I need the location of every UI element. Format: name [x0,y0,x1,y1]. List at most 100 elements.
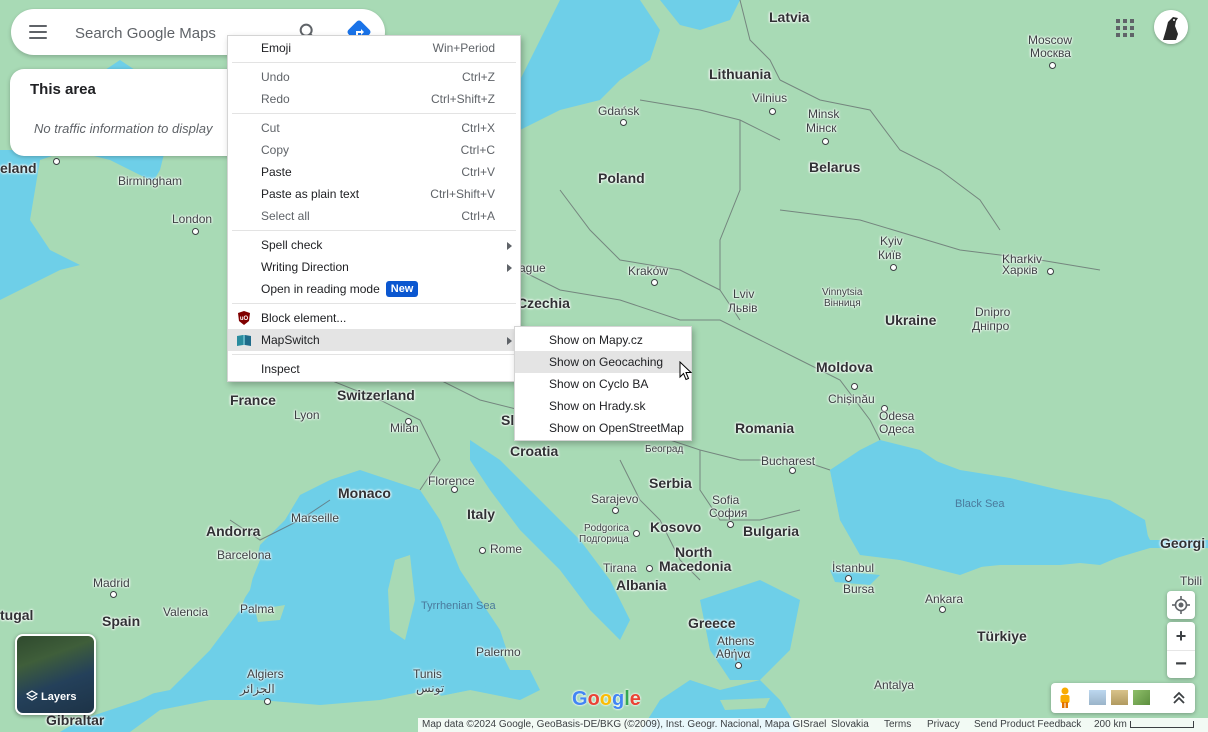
menu-separator [232,303,516,304]
attribution-text: Map data ©2024 Google, GeoBasis-DE/BKG (… [422,719,827,730]
menu-item-paste-plain[interactable]: Paste as plain text Ctrl+Shift+V [228,183,520,205]
menu-item-writing-direction[interactable]: Writing Direction [228,256,520,278]
menu-separator [232,354,516,355]
map-label-city: Bucharest [761,454,816,468]
crow-icon [1154,10,1188,44]
layers-button[interactable]: Layers [15,634,96,715]
city-marker [845,575,852,582]
map-label-city: London [172,212,213,226]
menu-item-reading-mode[interactable]: Open in reading mode New [228,278,520,300]
google-apps-icon[interactable] [1116,19,1134,37]
layers-icon [26,690,38,701]
city-marker [789,467,796,474]
map-label-country: France [230,392,276,408]
map-label-country: Andorra [206,523,261,539]
city-marker [53,158,60,165]
menu-item-paste[interactable]: Paste Ctrl+V [228,161,520,183]
map-label-city: Sarajevo [591,492,639,506]
map-label-country: Serbia [649,475,692,491]
map-label-country: Georgi [1160,535,1206,551]
map-label-city: Lviv [733,287,755,301]
menu-item-select-all[interactable]: Select all Ctrl+A [228,205,520,227]
map-label-city: Подгорица [579,534,629,545]
imagery-thumbnail-icon[interactable] [1089,690,1106,705]
menu-item-block-element[interactable]: uO Block element... [228,307,520,329]
map-label-city: Харків [1002,263,1038,277]
feedback-link[interactable]: Send Product Feedback [974,718,1081,732]
submenu-item-hrady[interactable]: Show on Hrady.sk [515,395,691,417]
account-avatar[interactable] [1154,10,1188,44]
map-label-city: Valencia [163,605,209,619]
menu-item-undo[interactable]: Undo Ctrl+Z [228,66,520,88]
mouse-cursor-icon [679,361,693,381]
map-label-country: Latvia [769,9,810,25]
context-menu: Emoji Win+Period Undo Ctrl+Z Redo Ctrl+Shif… [227,35,521,382]
pegman-icon[interactable] [1057,687,1073,709]
map-label-city: Gdańsk [598,104,640,118]
menu-item-cut[interactable]: Cut Ctrl+X [228,117,520,139]
submenu-item-mapy[interactable]: Show on Mapy.cz [515,329,691,351]
menu-item-redo[interactable]: Redo Ctrl+Shift+Z [228,88,520,110]
scale-label[interactable]: 200 km [1094,718,1127,732]
zoom-controls: + − [1167,622,1195,678]
menu-item-emoji[interactable]: Emoji Win+Period [228,37,520,59]
map-label-country: Türkiye [977,628,1027,644]
menu-item-label: Open in reading mode [261,282,380,296]
my-location-button[interactable] [1167,591,1195,619]
city-marker [479,547,486,554]
map-label-country: eland [0,160,37,176]
map-label-city: Мінск [806,121,837,135]
city-marker [822,138,829,145]
map-label-country: Ukraine [885,312,937,328]
city-marker [1047,268,1054,275]
menu-item-inspect[interactable]: Inspect [228,358,520,380]
map-label-city: Kraków [628,264,669,278]
svg-text:uO: uO [240,316,249,322]
expand-up-icon[interactable] [1172,690,1186,706]
submenu-item-cyclo-ba[interactable]: Show on Cyclo BA [515,373,691,395]
map-label-city: Birmingham [118,174,183,188]
map-label-city: الجزائر [240,682,275,696]
terms-link[interactable]: Terms [884,718,911,732]
map-label-city: Milan [390,421,419,435]
map-label-city: Ankara [925,592,964,606]
submenu-arrow-icon [507,242,512,250]
hamburger-menu-icon[interactable] [29,25,47,39]
map-label-city: Podgorica [584,523,630,534]
submenu-item-openstreetmap[interactable]: Show on OpenStreetMap [515,417,691,439]
map-label-country: Kosovo [650,519,702,535]
map-label-country: Belarus [809,159,861,175]
map-label-country: Lithuania [709,66,772,82]
zoom-in-button[interactable]: + [1167,622,1195,650]
map-label-city: Tbili [1180,574,1203,588]
map-label-country: Bulgaria [743,523,800,539]
satellite-thumbnail-icon[interactable] [1133,690,1150,705]
map-label-city: Београд [645,444,684,455]
map-label-country: Monaco [338,485,391,501]
menu-item-copy[interactable]: Copy Ctrl+C [228,139,520,161]
map-label-city: Tunis [413,667,442,681]
map-bottom-controls [1051,683,1195,713]
submenu-item-geocaching[interactable]: Show on Geocaching [515,351,691,373]
city-marker [651,279,658,286]
city-marker [769,108,776,115]
traffic-panel-title: This area [30,81,96,98]
map-label-city: Palma [240,602,275,616]
map-label-country: Romania [735,420,795,436]
map-label-country: Czechia [517,295,570,311]
menu-item-spell-check[interactable]: Spell check [228,234,520,256]
terrain-thumbnail-icon[interactable] [1111,690,1128,705]
city-marker [633,530,640,537]
region-link[interactable]: Slovakia [831,718,869,732]
map-label-city: Дніпро [972,319,1010,333]
map-label-city: Algiers [247,667,284,681]
city-marker [451,486,458,493]
map-label-city: ague [519,261,546,275]
map-label-country: Sl [501,412,515,428]
zoom-out-button[interactable]: − [1167,650,1195,679]
privacy-link[interactable]: Privacy [927,718,960,732]
city-marker [612,507,619,514]
map-label-city: Madrid [93,576,130,590]
city-marker [727,521,734,528]
menu-item-mapswitch[interactable]: MapSwitch [228,329,520,351]
